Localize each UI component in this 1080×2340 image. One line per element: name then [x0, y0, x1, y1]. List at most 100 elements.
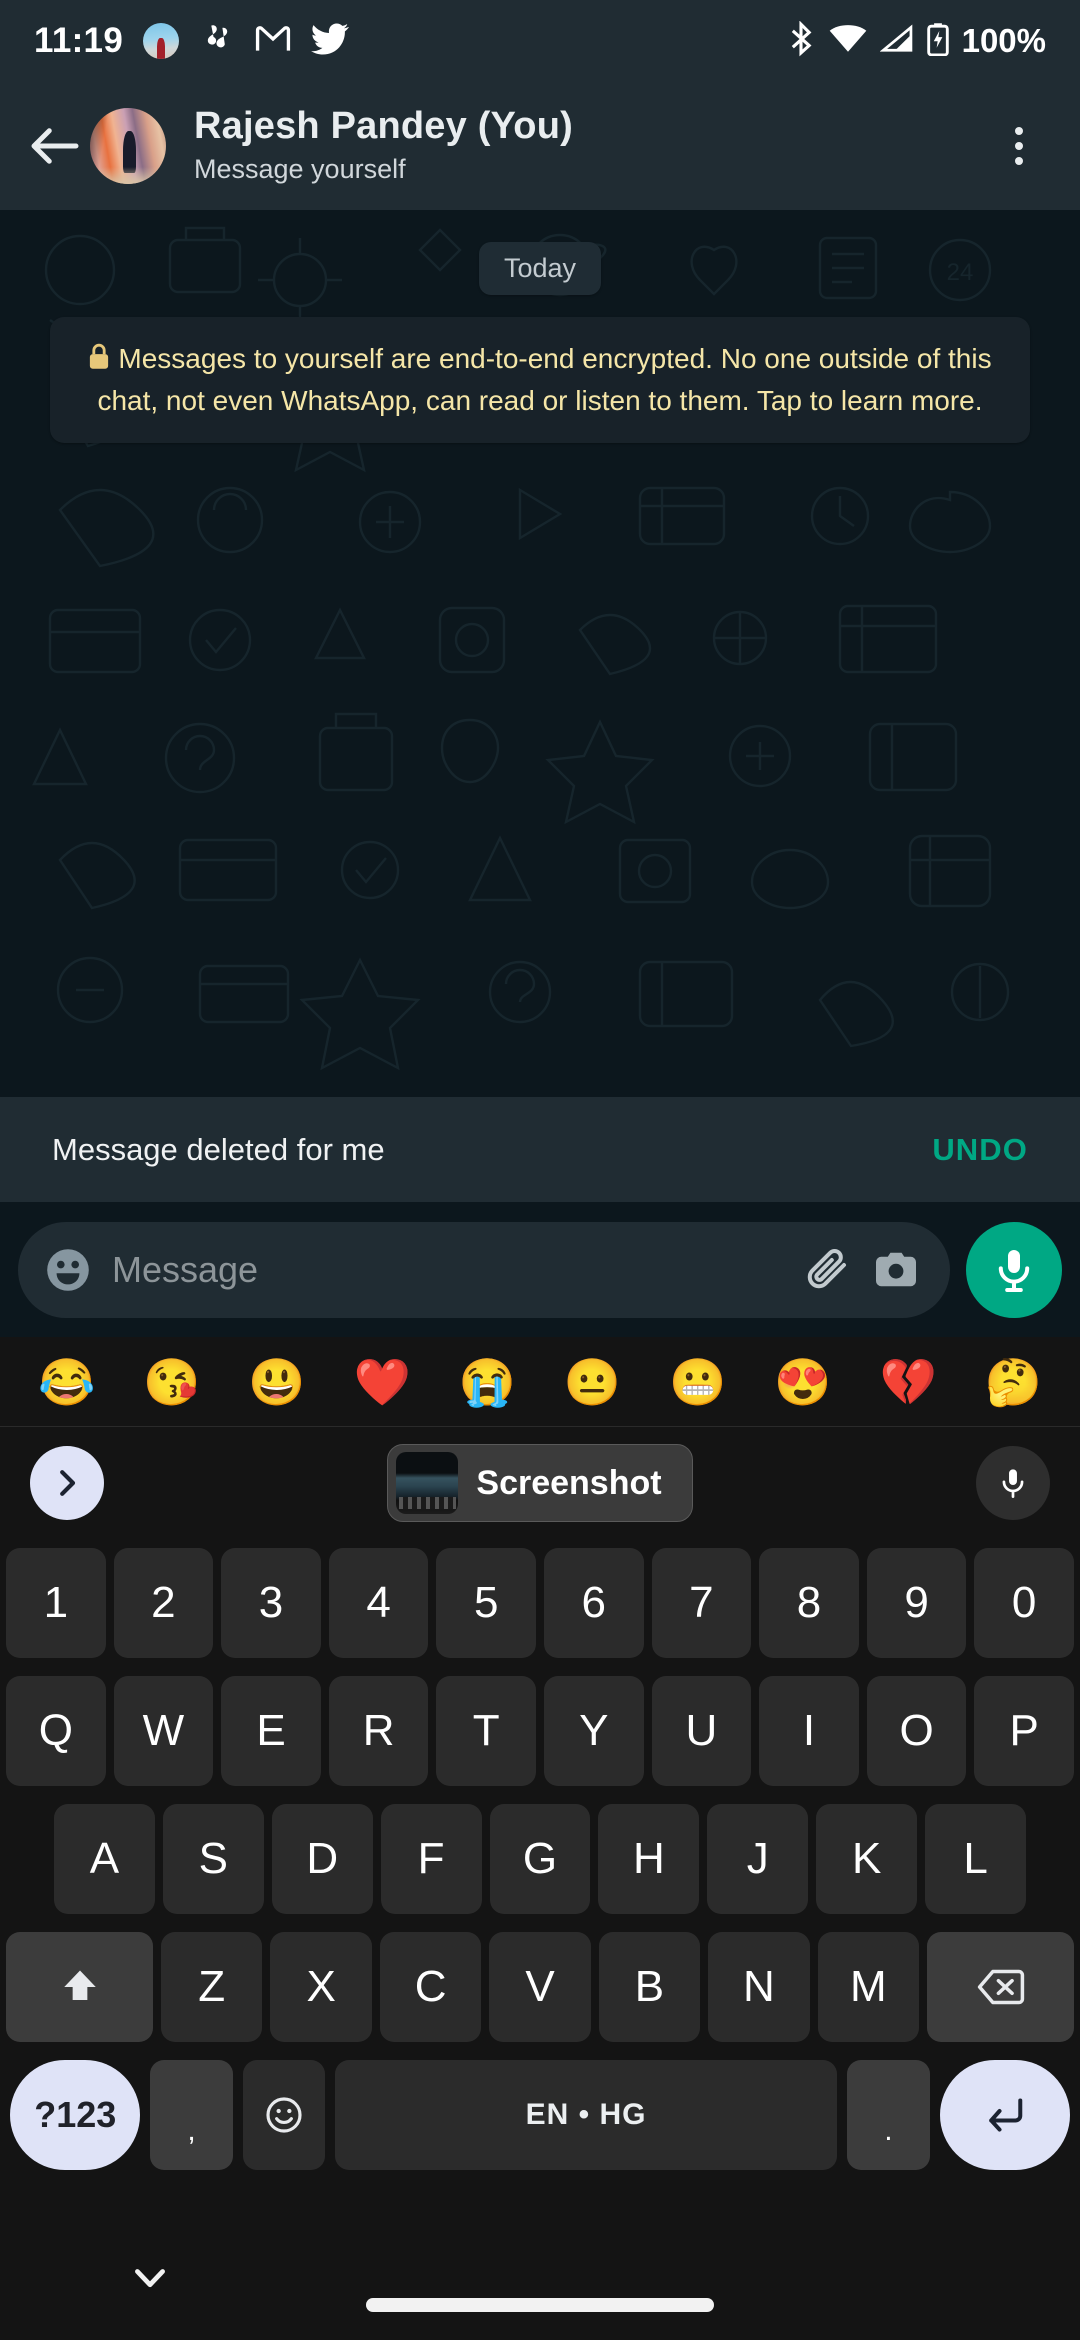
wifi-icon	[829, 24, 867, 59]
more-options-button[interactable]	[984, 111, 1054, 181]
camera-icon[interactable]	[872, 1246, 920, 1294]
key-a[interactable]: A	[54, 1804, 155, 1914]
cellular-signal-icon	[879, 24, 914, 59]
key-m[interactable]: M	[817, 1932, 919, 2042]
key-z[interactable]: Z	[161, 1932, 263, 2042]
key-3[interactable]: 3	[221, 1548, 321, 1658]
key-5[interactable]: 5	[436, 1548, 536, 1658]
emoji-suggestion[interactable]: 😘	[143, 1359, 200, 1405]
avatar[interactable]	[90, 108, 166, 184]
key-1[interactable]: 1	[6, 1548, 106, 1658]
keyboard-row-function: ?123 , EN • HG .	[6, 2051, 1074, 2179]
key-8[interactable]: 8	[759, 1548, 859, 1658]
key-o[interactable]: O	[866, 1676, 967, 1786]
encryption-notice[interactable]: Messages to yourself are end-to-end encr…	[50, 317, 1030, 443]
key-q[interactable]: Q	[6, 1676, 106, 1786]
emoji-suggestion[interactable]: 😐	[564, 1359, 621, 1405]
key-g[interactable]: G	[489, 1804, 591, 1914]
key-h[interactable]: H	[598, 1804, 700, 1914]
home-gesture-bar[interactable]	[366, 2298, 714, 2312]
status-bar-right: 100%	[786, 20, 1046, 62]
status-bar: 11:19 100%	[0, 0, 1080, 82]
emoji-suggestion[interactable]: 💔	[879, 1359, 936, 1405]
key-w[interactable]: W	[113, 1676, 214, 1786]
voice-input-button[interactable]	[976, 1446, 1050, 1520]
key-n[interactable]: N	[708, 1932, 810, 2042]
key-k[interactable]: K	[816, 1804, 918, 1914]
emoji-suggestion[interactable]: 😬	[669, 1359, 726, 1405]
emoji-suggestion[interactable]: 😃	[248, 1359, 305, 1405]
enter-key[interactable]	[939, 2060, 1071, 2170]
key-y[interactable]: Y	[544, 1676, 644, 1786]
comma-key[interactable]: ,	[150, 2060, 233, 2170]
battery-percentage: 100%	[961, 22, 1046, 59]
contact-name: Rajesh Pandey (You)	[194, 104, 573, 147]
chevron-down-icon	[135, 2269, 165, 2288]
emoji-suggestion[interactable]: 😂	[38, 1359, 95, 1405]
emoji-icon	[266, 2097, 302, 2133]
chat-message-area[interactable]: 24 Today Messages to yourself are end-to…	[0, 210, 1080, 1097]
key-r[interactable]: R	[328, 1676, 429, 1786]
undo-button[interactable]: UNDO	[932, 1132, 1028, 1168]
key-d[interactable]: D	[271, 1804, 373, 1914]
key-j[interactable]: J	[707, 1804, 809, 1914]
key-v[interactable]: V	[489, 1932, 591, 2042]
photo-notification-icon	[143, 23, 180, 59]
back-arrow-icon	[31, 128, 79, 164]
key-c[interactable]: C	[379, 1932, 482, 2042]
expand-toolbar-button[interactable]	[30, 1446, 104, 1520]
key-l[interactable]: L	[925, 1804, 1027, 1914]
key-t[interactable]: T	[436, 1676, 536, 1786]
emoji-smiley-icon[interactable]	[44, 1246, 92, 1294]
shift-icon	[63, 1970, 96, 2000]
key-i[interactable]: I	[759, 1676, 859, 1786]
paperclip-icon[interactable]	[804, 1246, 852, 1294]
bluetooth-icon	[786, 20, 816, 62]
backspace-icon	[977, 1969, 1024, 2005]
emoji-suggestion[interactable]: ❤️	[354, 1359, 411, 1405]
key-b[interactable]: B	[598, 1932, 701, 2042]
key-e[interactable]: E	[221, 1676, 321, 1786]
keyboard-row-home: A S D F G H J K L	[6, 1795, 1074, 1923]
period-key[interactable]: .	[847, 2060, 930, 2170]
status-bar-left: 11:19	[34, 21, 349, 62]
space-key[interactable]: EN • HG	[334, 2060, 838, 2170]
key-2[interactable]: 2	[113, 1548, 214, 1658]
key-0[interactable]: 0	[974, 1548, 1074, 1658]
key-s[interactable]: S	[162, 1804, 264, 1914]
key-7[interactable]: 7	[651, 1548, 752, 1658]
symbols-key[interactable]: ?123	[10, 2060, 141, 2170]
key-u[interactable]: U	[651, 1676, 752, 1786]
keyboard-rows: 1 2 3 4 5 6 7 8 9 0 Q W E R T Y U I O P …	[0, 1539, 1080, 2179]
chevron-right-icon	[60, 1470, 76, 1496]
key-f[interactable]: F	[380, 1804, 482, 1914]
emoji-suggestion[interactable]: 😍	[774, 1359, 831, 1405]
encryption-notice-wrapper: Messages to yourself are end-to-end encr…	[0, 295, 1080, 443]
keyboard-toolbar: Screenshot	[0, 1427, 1080, 1539]
emoji-key[interactable]	[242, 2060, 325, 2170]
day-divider-chip: Today	[478, 242, 602, 295]
header-text-block[interactable]: Rajesh Pandey (You) Message yourself	[194, 105, 984, 188]
navigation-bar	[0, 2217, 1080, 2340]
hide-keyboard-button[interactable]	[120, 2259, 180, 2299]
emoji-suggestion[interactable]: 😭	[459, 1359, 516, 1405]
message-input-pill[interactable]: Message	[18, 1221, 950, 1318]
key-9[interactable]: 9	[866, 1548, 967, 1658]
message-input-bar: Message	[0, 1202, 1080, 1337]
clipboard-suggestion-chip[interactable]: Screenshot	[387, 1444, 693, 1522]
microphone-icon	[1002, 1469, 1024, 1498]
battery-charging-icon	[926, 22, 949, 61]
emoji-suggestion[interactable]: 🤔	[985, 1359, 1042, 1405]
key-x[interactable]: X	[270, 1932, 372, 2042]
key-4[interactable]: 4	[328, 1548, 429, 1658]
voice-record-button[interactable]	[966, 1221, 1062, 1318]
back-button[interactable]	[26, 117, 84, 175]
shift-key[interactable]	[5, 1932, 154, 2042]
key-p[interactable]: P	[974, 1676, 1074, 1786]
status-bar-clock: 11:19	[34, 21, 124, 60]
enter-icon	[988, 2098, 1023, 2132]
contact-subtitle: Message yourself	[194, 154, 406, 185]
key-6[interactable]: 6	[544, 1548, 644, 1658]
message-input-placeholder[interactable]: Message	[112, 1249, 784, 1291]
backspace-key[interactable]	[926, 1932, 1075, 2042]
